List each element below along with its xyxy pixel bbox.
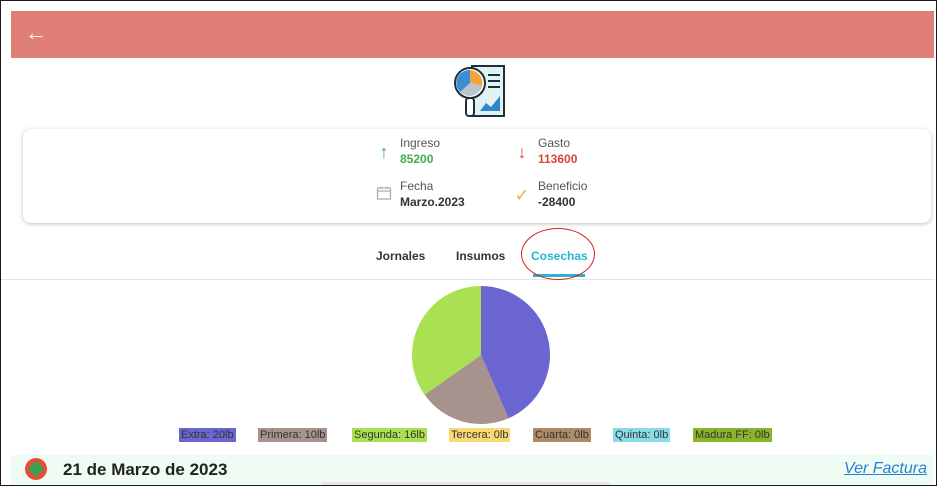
annotation-circle: [521, 228, 595, 280]
ingreso-value: 85200: [400, 152, 434, 166]
gasto-label: Gasto: [538, 136, 571, 150]
gasto-stat: ↓ Gasto 113600: [518, 136, 578, 166]
app-screen: ← ↑ Ingreso 85200 ↓ Gasto 113600 Fecha M: [0, 0, 937, 486]
arrow-left-icon[interactable]: ←: [25, 21, 49, 45]
arrow-down-icon: ↓: [517, 142, 527, 162]
tab-bar: Jornales Insumos Cosechas: [1, 239, 934, 280]
legend-item: Segunda: 16lb: [352, 428, 427, 442]
calendar-icon: [374, 185, 394, 205]
entry-subtext: [321, 482, 611, 485]
ingreso-label: Ingreso: [400, 136, 441, 150]
beneficio-value: -28400: [538, 195, 576, 209]
report-analytics-icon: [454, 65, 505, 117]
harvest-pie-chart: [412, 286, 550, 424]
app-bar: ←: [11, 11, 934, 58]
beneficio-label: Beneficio: [538, 179, 588, 193]
ver-factura-link[interactable]: Ver Factura: [844, 460, 927, 478]
gasto-value: 113600: [538, 152, 578, 166]
fecha-label: Fecha: [400, 179, 434, 193]
ingreso-stat: ↑ Ingreso 85200: [380, 136, 441, 166]
legend-item: Primera: 10lb: [258, 428, 328, 442]
entry-date: 21 de Marzo de 2023: [63, 460, 228, 479]
summary-card: ↑ Ingreso 85200 ↓ Gasto 113600 Fecha Mar…: [23, 129, 931, 223]
tab-insumos[interactable]: Insumos: [456, 249, 505, 263]
legend-item: Quinta: 0lb: [613, 428, 671, 442]
legend-item: Extra: 20lb: [179, 428, 236, 442]
entry-status-icon: [25, 458, 47, 480]
fecha-value: Marzo.2023: [400, 195, 465, 209]
arrow-up-icon: ↑: [379, 142, 389, 162]
legend-item: Cuarta: 0lb: [533, 428, 591, 442]
tab-jornales[interactable]: Jornales: [376, 249, 425, 263]
beneficio-stat: ✓ Beneficio -28400: [514, 179, 588, 209]
checkmark-icon: ✓: [514, 185, 530, 205]
legend-item: Madura FF: 0lb: [693, 428, 772, 442]
legend-item: Tercera: 0lb: [449, 428, 511, 442]
fecha-stat: Fecha Marzo.2023: [376, 179, 465, 209]
